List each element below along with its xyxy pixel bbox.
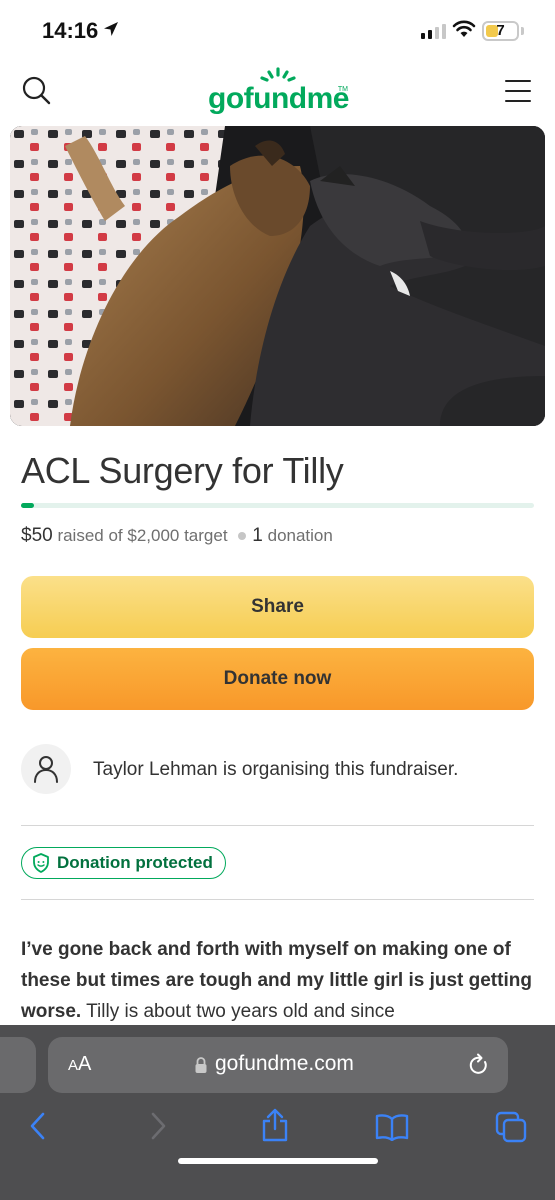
wifi-icon (452, 20, 476, 37)
logo-wordmark: gofundme (208, 82, 349, 115)
campaign-photo (10, 126, 545, 426)
back-icon[interactable] (28, 1111, 48, 1141)
dogs-photo (10, 126, 545, 426)
bookmarks-icon[interactable] (375, 1113, 409, 1141)
share-button[interactable]: Share (21, 576, 534, 638)
battery-level: 7 (496, 22, 505, 39)
share-icon[interactable] (260, 1107, 290, 1143)
badge-label: Donation protected (57, 853, 213, 872)
progress-bar (21, 503, 534, 508)
donation-protected-badge[interactable]: Donation protected (21, 847, 226, 879)
organiser-row: Taylor Lehman is organising this fundrai… (21, 744, 534, 794)
signal-icon (421, 23, 446, 39)
battery-icon: 7 (482, 21, 519, 41)
campaign-title: ACL Surgery for Tilly (21, 450, 344, 491)
raised-target-text: raised of $2,000 target (57, 526, 228, 545)
raised-summary: $50 raised of $2,000 target 1 donation (21, 525, 333, 547)
address-domain: gofundme.com (215, 1052, 354, 1075)
donation-count: 1 (252, 525, 263, 546)
browser-toolbar: AA gofundme.com (0, 1025, 555, 1200)
logo-trademark: TM (337, 86, 348, 93)
status-bar: 14:16 7 (0, 0, 555, 60)
forward-icon[interactable] (148, 1111, 168, 1141)
divider (21, 825, 534, 826)
address-bar[interactable]: AA gofundme.com (48, 1037, 508, 1093)
home-indicator (178, 1158, 378, 1164)
gofundme-logo[interactable]: gofundme TM (208, 66, 350, 116)
reader-settings-button[interactable]: AA (68, 1053, 91, 1076)
story-text: I’ve gone back and forth with myself on … (21, 934, 534, 1027)
menu-icon[interactable] (505, 80, 531, 102)
progress-fill (21, 503, 34, 508)
organiser-text: Taylor Lehman is organising this fundrai… (93, 759, 459, 780)
donate-button[interactable]: Donate now (21, 648, 534, 710)
tabs-icon[interactable] (495, 1111, 527, 1143)
location-arrow-icon (104, 22, 118, 36)
lock-icon (195, 1057, 207, 1073)
reload-icon[interactable] (468, 1053, 490, 1077)
separator-dot (238, 531, 247, 540)
user-icon (34, 756, 58, 783)
previous-tab-preview[interactable] (0, 1037, 36, 1093)
raised-amount: $50 (21, 525, 53, 546)
site-header: gofundme TM (0, 60, 555, 122)
divider (21, 899, 534, 900)
donation-label[interactable]: donation (268, 526, 333, 545)
story-body: Tilly is about two years old and since (81, 1001, 395, 1022)
avatar (21, 744, 71, 794)
search-icon[interactable] (20, 74, 54, 108)
status-time: 14:16 (42, 18, 99, 43)
shield-icon (33, 853, 49, 873)
